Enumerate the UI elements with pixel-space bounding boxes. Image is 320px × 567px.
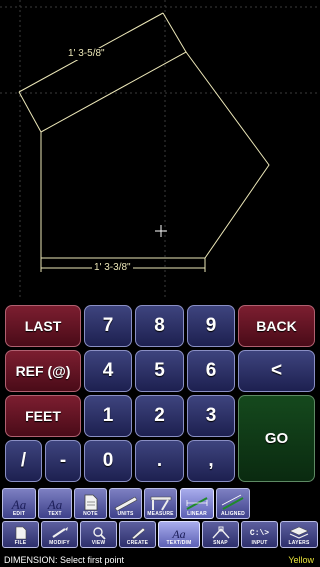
aligned-dimension-icon [221, 494, 244, 510]
file-icon [15, 526, 26, 540]
main-menu-toolbar: FILE MODIFY VIEW CREATE Aa TEXT/DIM SNAP… [0, 521, 320, 549]
layers-button[interactable]: LAYERS [280, 521, 318, 548]
pentagon-shape[interactable] [40, 51, 270, 259]
digit-7-button[interactable]: 7 [84, 305, 132, 347]
ref-button[interactable]: REF (@) [5, 350, 81, 392]
snap-button[interactable]: SNAP [202, 521, 239, 548]
drawing-svg[interactable] [0, 0, 320, 300]
dash-button[interactable]: - [45, 440, 81, 482]
linear-dimension-icon [186, 497, 208, 510]
dimension-label-top[interactable]: 1' 3-5/8" [66, 48, 107, 60]
digit-2-button[interactable]: 2 [135, 395, 184, 437]
digit-3-button[interactable]: 3 [187, 395, 235, 437]
comma-button[interactable]: , [187, 440, 235, 482]
units-button[interactable]: UNITS [109, 488, 142, 519]
digit-6-button[interactable]: 6 [187, 350, 235, 392]
file-button[interactable]: FILE [2, 521, 39, 548]
input-button[interactable]: C:\> INPUT [241, 521, 278, 548]
digit-9-button[interactable]: 9 [187, 305, 235, 347]
text-dim-button[interactable]: Aa TEXT/DIM [158, 521, 200, 548]
modify-button[interactable]: MODIFY [41, 521, 78, 548]
linear-button[interactable]: LINEAR [180, 488, 214, 519]
dot-button[interactable]: . [135, 440, 184, 482]
left-arrow-button[interactable]: < [238, 350, 315, 392]
snap-icon [211, 526, 230, 539]
last-button[interactable]: LAST [5, 305, 81, 347]
layers-icon [289, 526, 309, 539]
extension-line-right [162, 12, 187, 53]
view-button[interactable]: VIEW [80, 521, 117, 548]
back-button[interactable]: BACK [238, 305, 315, 347]
view-icon [92, 527, 106, 540]
units-ruler-icon [114, 496, 137, 511]
status-message: DIMENSION: Select first point [4, 555, 125, 565]
digit-5-button[interactable]: 5 [135, 350, 184, 392]
input-terminal-icon: C:\> [249, 529, 270, 538]
text-dim-icon: Aa [172, 527, 186, 541]
create-icon [131, 527, 145, 540]
feet-button[interactable]: FEET [5, 395, 81, 437]
digit-0-button[interactable]: 0 [84, 440, 132, 482]
text-edit-icon: Aa [11, 497, 27, 512]
aligned-button[interactable]: ALIGNED [216, 488, 250, 519]
text-button[interactable]: Aa TEXT [38, 488, 72, 519]
numeric-keypad: LAST 7 8 9 BACK REF (@) 4 5 6 < FEET 1 2… [0, 300, 320, 486]
note-icon [84, 494, 97, 511]
measure-button[interactable]: MEASURE [144, 488, 177, 519]
digit-8-button[interactable]: 8 [135, 305, 184, 347]
current-layer-color[interactable]: Yellow [288, 553, 314, 567]
extension-line-left [18, 91, 42, 133]
slash-button[interactable]: / [5, 440, 42, 482]
status-bar: DIMENSION: Select first point Yellow [0, 553, 320, 567]
dimension-label-bottom[interactable]: 1' 3-3/8" [92, 262, 133, 274]
digit-4-button[interactable]: 4 [84, 350, 132, 392]
drawing-canvas[interactable]: 1' 3-5/8" 1' 3-3/8" [0, 0, 320, 300]
dimension-toolbar: Aa EDIT Aa TEXT NOTE UNITS MEASURE LINEA… [0, 488, 320, 520]
note-button[interactable]: NOTE [74, 488, 107, 519]
modify-icon [51, 527, 68, 538]
digit-1-button[interactable]: 1 [84, 395, 132, 437]
text-icon: Aa [47, 497, 63, 512]
measure-caliper-icon [150, 496, 171, 511]
go-button[interactable]: GO [238, 395, 315, 482]
create-button[interactable]: CREATE [119, 521, 156, 548]
edit-text-button[interactable]: Aa EDIT [2, 488, 36, 519]
